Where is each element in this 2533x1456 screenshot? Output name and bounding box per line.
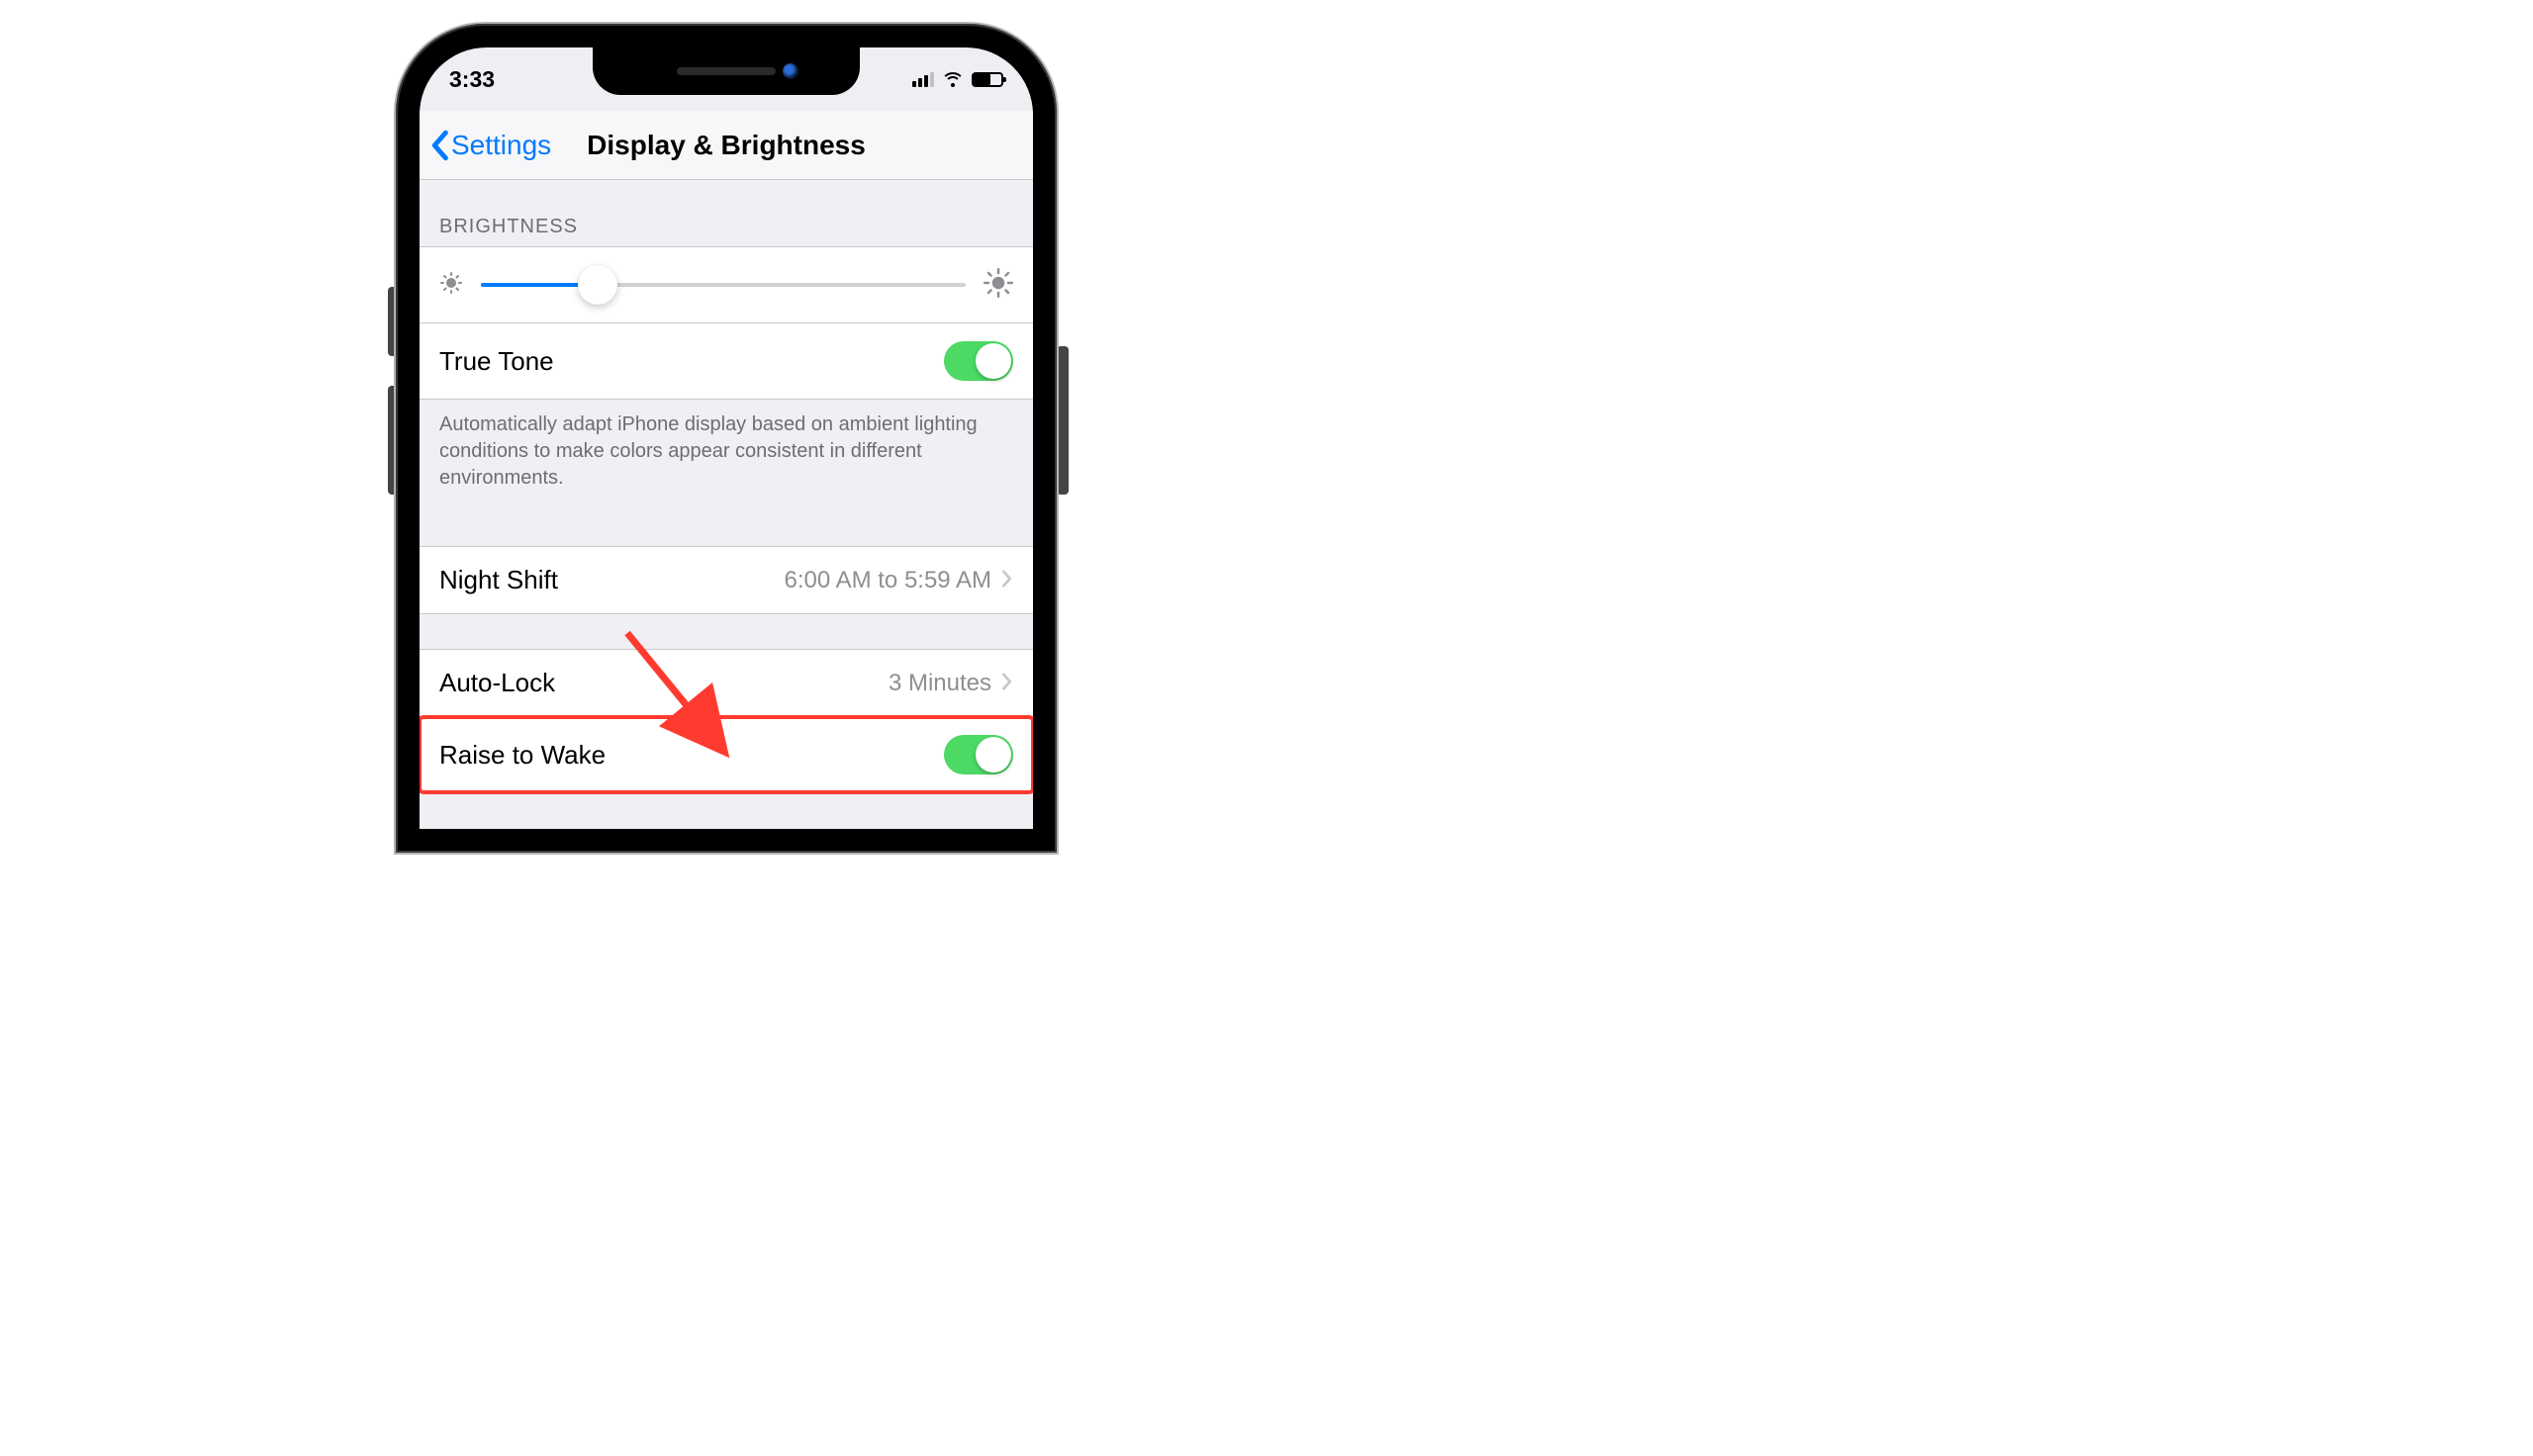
auto-lock-label: Auto-Lock (439, 668, 555, 698)
true-tone-row: True Tone (420, 322, 1033, 400)
phone-frame: 3:33 Settings Display & Br (396, 24, 1057, 853)
true-tone-footer: Automatically adapt iPhone display based… (420, 400, 1033, 511)
night-shift-label: Night Shift (439, 565, 558, 595)
true-tone-label: True Tone (439, 346, 554, 377)
back-label: Settings (451, 130, 551, 161)
raise-to-wake-row: Raise to Wake (420, 716, 1033, 793)
auto-lock-row[interactable]: Auto-Lock 3 Minutes (420, 649, 1033, 717)
raise-to-wake-switch[interactable] (944, 735, 1013, 774)
settings-content: BRIGHTNESS (420, 180, 1033, 829)
true-tone-switch[interactable] (944, 341, 1013, 381)
chevron-right-icon (1001, 670, 1013, 697)
status-time: 3:33 (449, 66, 495, 93)
brightness-slider[interactable] (481, 265, 966, 305)
brightness-high-icon (984, 268, 1013, 303)
phone-screen: 3:33 Settings Display & Br (420, 47, 1033, 829)
section-header-brightness: BRIGHTNESS (420, 180, 1033, 246)
auto-lock-value: 3 Minutes (889, 670, 991, 697)
night-shift-value: 6:00 AM to 5:59 AM (785, 567, 991, 594)
brightness-low-icon (439, 271, 463, 300)
chevron-right-icon (1001, 567, 1013, 594)
navigation-bar: Settings Display & Brightness (420, 111, 1033, 180)
wifi-icon (942, 71, 964, 87)
battery-icon (972, 72, 1003, 87)
back-button[interactable]: Settings (420, 130, 551, 161)
chevron-left-icon (429, 130, 449, 161)
raise-to-wake-label: Raise to Wake (439, 740, 606, 771)
brightness-slider-row (420, 246, 1033, 323)
status-bar: 3:33 (420, 57, 1033, 101)
night-shift-row[interactable]: Night Shift 6:00 AM to 5:59 AM (420, 546, 1033, 614)
page-title: Display & Brightness (587, 130, 866, 160)
cellular-signal-icon (912, 72, 934, 87)
